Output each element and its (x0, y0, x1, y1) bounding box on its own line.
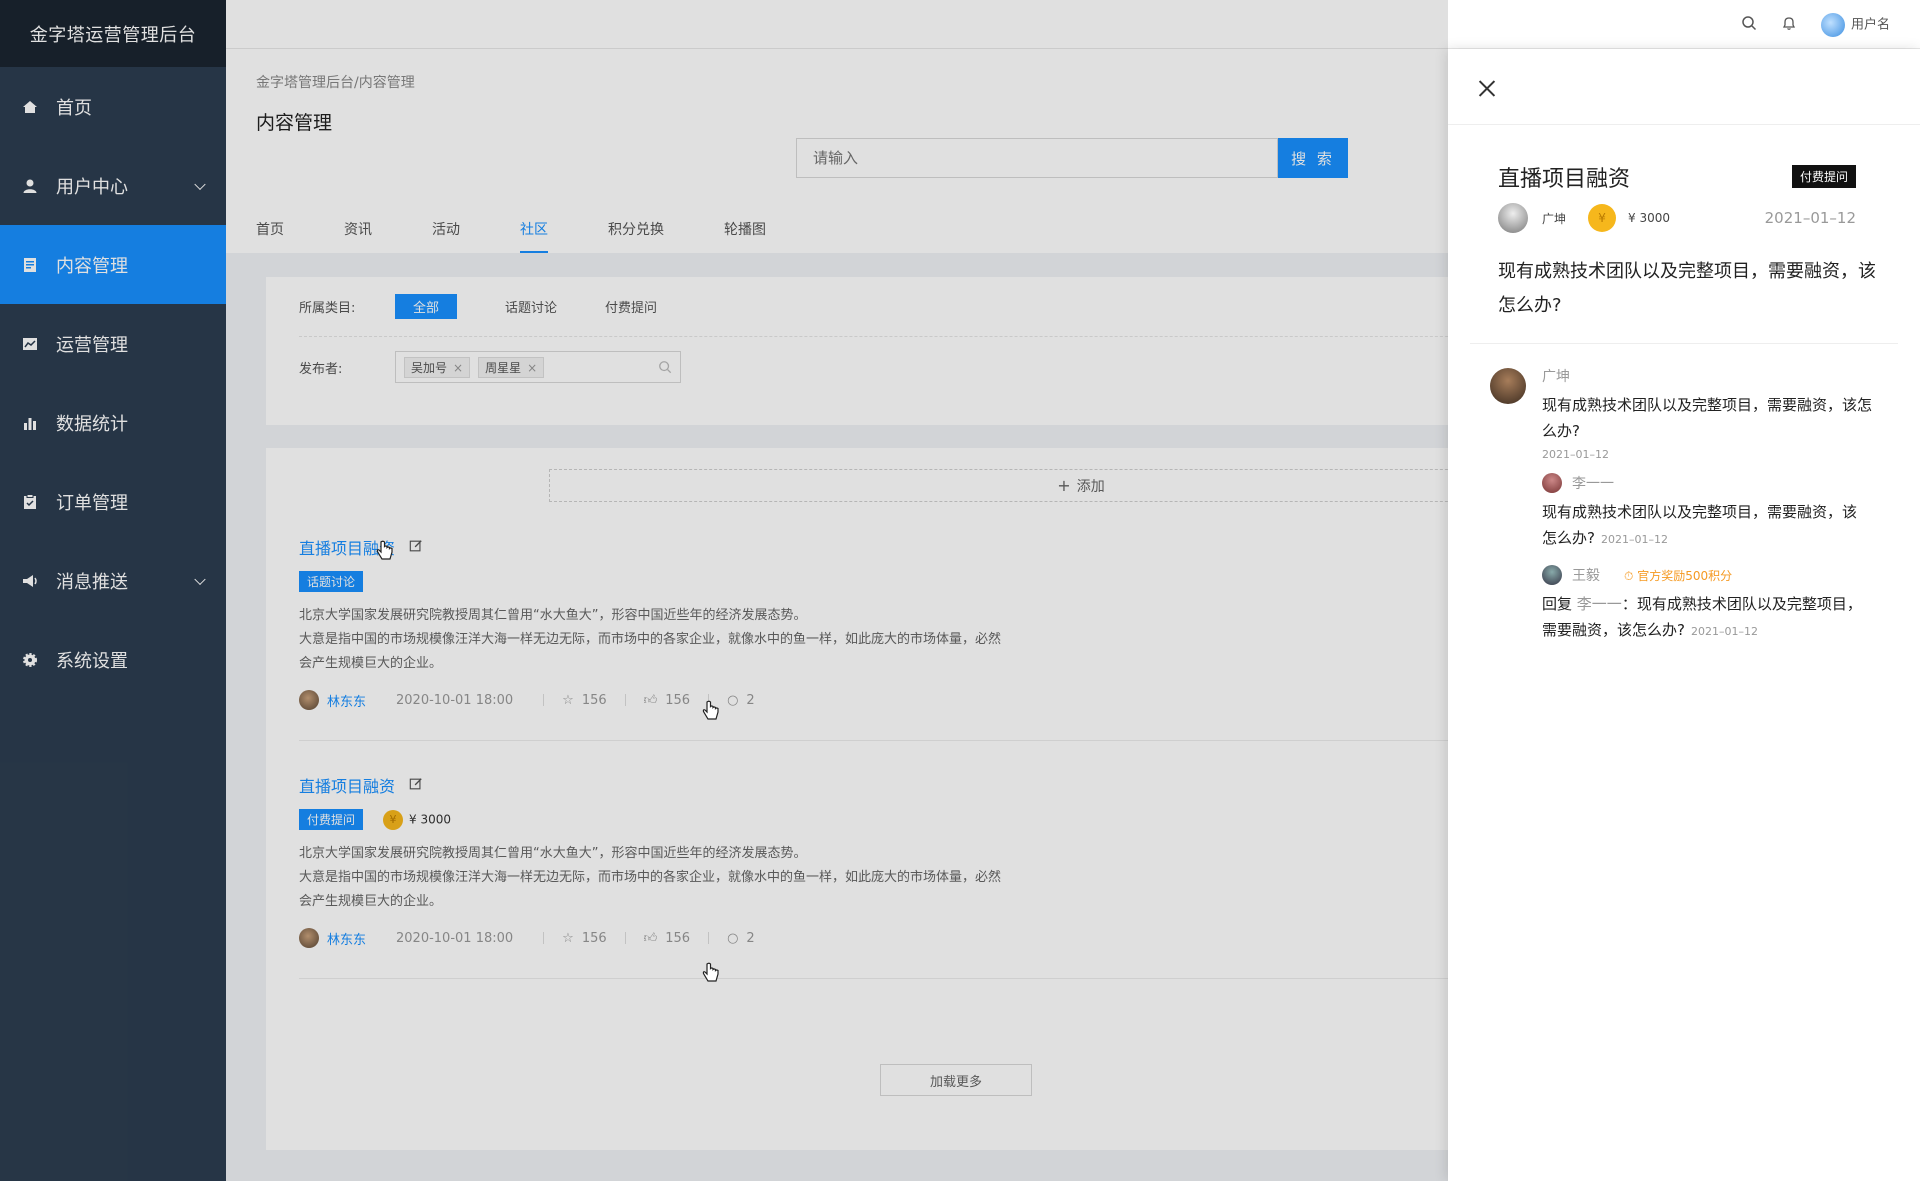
category-badge: 付费提问 (1791, 165, 1856, 188)
close-icon[interactable] (1478, 79, 1496, 97)
reply-item: 王毅 ⏱ 官方奖励500积分 回复 李一一：现有成熟技术团队以及完整项目，需要融… (1542, 565, 1880, 645)
hand-cursor-icon (376, 540, 394, 566)
hand-cursor-icon (702, 962, 720, 988)
user-menu[interactable]: 用户名 (1820, 12, 1890, 37)
avatar (1542, 473, 1562, 493)
username: 用户名 (1850, 17, 1890, 32)
hand-cursor-icon (702, 700, 720, 726)
search-icon[interactable] (1741, 15, 1757, 35)
question-text: 现有成熟技术团队以及完整项目，需要融资，该怎么办? (1498, 261, 1876, 316)
reply-author: 王毅 (1572, 568, 1600, 584)
coin-icon: ¥ (1588, 204, 1617, 232)
avatar (1490, 368, 1526, 404)
reward-amount: ¥ 3000 (1628, 211, 1671, 225)
reward-badge: ⏱ 官方奖励500积分 (1624, 568, 1733, 583)
comment-author: 广坤 (1542, 369, 1570, 385)
author-name: 广坤 (1542, 211, 1567, 226)
avatar (1820, 12, 1845, 37)
avatar (1498, 203, 1528, 233)
comment-thread: 广坤 现有成熟技术团队以及完整项目，需要融资，该怎么办? 2021–01–12 … (1448, 344, 1920, 645)
detail-drawer: 直播项目融资 付费提问 广坤 ¥ ¥ 3000 2021–01–12 现有成熟技… (1448, 49, 1920, 1181)
medal-icon: ⏱ (1624, 568, 1638, 583)
post-date: 2021–01–12 (1764, 209, 1856, 227)
reply-text: 现有成熟技术团队以及完整项目，需要融资，该怎么办? 2021–01–12 (1542, 503, 1858, 547)
reply-text: 回复 李一一：现有成熟技术团队以及完整项目，需要融资，该怎么办? 2021–01–… (1542, 595, 1862, 639)
reply-author: 李一一 (1572, 476, 1614, 492)
avatar (1542, 565, 1562, 585)
modal-mask[interactable] (0, 0, 1448, 1181)
comment-date: 2021–01–12 (1542, 448, 1609, 461)
bell-icon[interactable] (1781, 15, 1797, 35)
comment-text: 现有成熟技术团队以及完整项目，需要融资，该怎么办? (1542, 396, 1873, 440)
reply-item: 李一一 现有成熟技术团队以及完整项目，需要融资，该怎么办? 2021–01–12 (1542, 473, 1880, 553)
